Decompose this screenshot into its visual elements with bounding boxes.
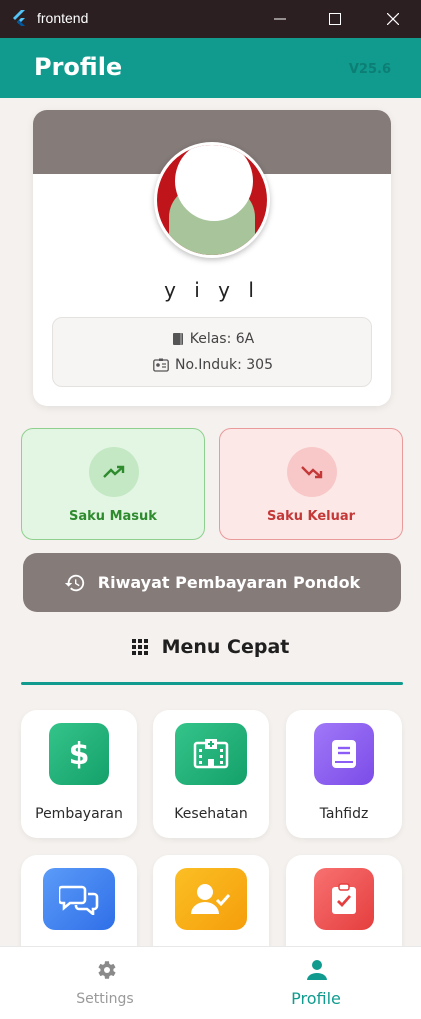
user-check-icon <box>175 868 247 930</box>
minimize-icon <box>274 18 286 20</box>
menu-item-label: Kesehatan <box>174 806 248 822</box>
grid-icon <box>131 639 148 655</box>
profile-card: y i y l Kelas: 6A No.Induk: 305 <box>33 110 391 406</box>
minimize-button[interactable] <box>255 0 305 38</box>
induk-label: No.Induk: 305 <box>175 357 273 373</box>
menu-item-label: Pembayaran <box>35 806 123 822</box>
clipboard-check-icon <box>314 868 374 930</box>
profile-name: y i y l <box>164 278 260 302</box>
app-header: Profile V25.6 <box>0 38 421 98</box>
person-icon <box>304 957 330 983</box>
bottom-navigation: Settings Profile <box>0 946 421 1019</box>
nav-profile-label: Profile <box>291 989 341 1008</box>
chat-icon <box>43 868 115 930</box>
window-titlebar: frontend <box>0 0 421 38</box>
hospital-icon <box>175 723 247 785</box>
menu-divider <box>21 682 403 685</box>
riwayat-label: Riwayat Pembayaran Pondok <box>97 573 361 592</box>
window-title: frontend <box>37 10 89 26</box>
avatar-image <box>157 145 267 255</box>
flutter-logo-icon <box>13 10 25 26</box>
id-card-icon <box>153 358 169 372</box>
trending-down-icon <box>287 447 337 497</box>
version-label: V25.6 <box>348 62 391 77</box>
menu-cepat-header: Menu Cepat <box>0 636 421 658</box>
maximize-button[interactable] <box>310 0 360 38</box>
avatar[interactable] <box>154 142 270 258</box>
induk-row: No.Induk: 305 <box>53 357 373 373</box>
saku-keluar-label: Saku Keluar <box>266 509 356 524</box>
nav-item-profile[interactable]: Profile <box>211 947 421 1019</box>
close-icon <box>387 13 399 25</box>
trending-up-icon <box>89 447 139 497</box>
student-info-box: Kelas: 6A No.Induk: 305 <box>52 317 372 387</box>
maximize-icon <box>329 13 341 25</box>
riwayat-pembayaran-button[interactable]: Riwayat Pembayaran Pondok <box>23 553 401 612</box>
svg-text:$: $ <box>69 737 90 771</box>
dollar-icon: $ <box>49 723 109 785</box>
saku-keluar-card[interactable]: Saku Keluar <box>219 428 403 540</box>
saku-masuk-label: Saku Masuk <box>69 509 157 524</box>
menu-item-label: Tahfidz <box>319 806 369 822</box>
page-title: Profile <box>34 53 123 81</box>
close-button[interactable] <box>368 0 418 38</box>
kelas-row: Kelas: 6A <box>53 331 373 347</box>
book-icon <box>314 723 374 785</box>
book-icon <box>172 333 183 345</box>
menu-cepat-title: Menu Cepat <box>161 636 290 658</box>
nav-settings-label: Settings <box>76 991 134 1007</box>
history-icon <box>64 574 84 591</box>
saku-masuk-card[interactable]: Saku Masuk <box>21 428 205 540</box>
nav-item-settings[interactable]: Settings <box>0 947 210 1019</box>
kelas-label: Kelas: 6A <box>189 331 255 347</box>
gear-icon <box>93 957 119 983</box>
menu-item-kesehatan[interactable]: Kesehatan <box>153 710 269 838</box>
menu-item-pembayaran[interactable]: $ Pembayaran <box>21 710 137 838</box>
menu-item-tahfidz[interactable]: Tahfidz <box>286 710 402 838</box>
